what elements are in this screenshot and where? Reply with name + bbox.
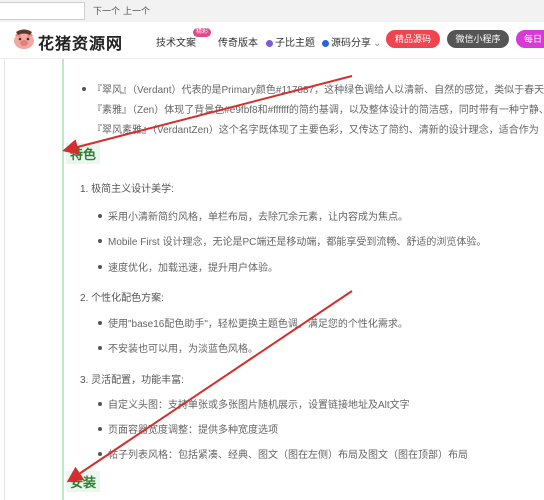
nav-theme-label: 子比主题 — [275, 38, 315, 49]
bullet — [98, 239, 102, 243]
find-bar: 下一个 上一个 — [0, 0, 544, 23]
nav-source[interactable]: 源码分享 ⌄ — [322, 34, 381, 49]
feature-3-title: 3. 灵活配置，功能丰富: — [80, 375, 184, 386]
intro-line-verdantzen: 『翠风素雅』（VerdantZen）这个名字既体现了主要色彩，又传达了简约、清新… — [92, 125, 539, 136]
bullet — [98, 265, 102, 269]
feature-1-sub-3: 速度优化，加载迅速，提升用户体验。 — [108, 263, 278, 274]
nav-tech-badge: 精彩 — [193, 28, 212, 37]
content-accent-line — [62, 59, 64, 500]
premium-source-button[interactable]: 精品源码 — [386, 30, 440, 48]
feature-1-sub-1: 采用小清新简约风格，单栏布局，去除冗余元素，让内容成为焦点。 — [108, 212, 408, 223]
wechat-miniprogram-button[interactable]: 微信小程序 — [447, 30, 509, 48]
feature-1-title: 1. 极简主义设计美学: — [80, 184, 174, 195]
install-heading: 安装 — [66, 471, 101, 492]
feature-1-sub-2: Mobile First 设计理念，无论是PC端还是移动端，都能享受到流畅、舒适… — [108, 237, 487, 248]
feature-2-sub-2: 不安装也可以用，为淡蓝色风格。 — [108, 344, 258, 355]
nav-tech[interactable]: 技术文案 — [156, 34, 196, 49]
features-heading: 特色 — [66, 143, 101, 164]
bullet — [98, 402, 102, 406]
bullet — [98, 452, 102, 456]
daily-button[interactable]: 每日 — [516, 30, 544, 48]
source-icon — [322, 40, 329, 47]
bullet — [98, 427, 102, 431]
feature-3-sub-2: 页面容器宽度调整：提供多种宽度选项 — [108, 425, 278, 436]
feature-3-sub-3: 帖子列表风格：包括紧凑、经典、图文（图在左侧）布局及图文（图在顶部）布局 — [108, 450, 468, 461]
feature-2-sub-1: 使用"base16配色助手"，轻松更换主题色调，满足您的个性化需求。 — [108, 319, 408, 330]
nav-theme[interactable]: 子比主题 — [266, 34, 315, 49]
chevron-down-icon: ⌄ — [373, 38, 382, 49]
bullet — [82, 87, 86, 91]
nav-source-label: 源码分享 — [331, 38, 371, 49]
theme-icon — [266, 40, 273, 47]
site-name[interactable]: 花猪资源网 — [38, 30, 123, 54]
find-input[interactable] — [0, 2, 85, 20]
intro-line-zen: 『素雅』（Zen）体现了背景色#e9fbf8和#ffffff的简约基调，以及整体… — [92, 105, 544, 116]
bullet — [98, 346, 102, 350]
nav-legend[interactable]: 传奇版本 — [218, 34, 258, 49]
article-content: 『翠风』（Verdant）代表的是Primary颜色#117887，这种绿色调给… — [0, 59, 544, 500]
bullet — [98, 214, 102, 218]
find-prev-button[interactable]: 上一个 — [123, 4, 150, 17]
find-next-button[interactable]: 下一个 — [93, 4, 120, 17]
intro-line-verdant: 『翠风』（Verdant）代表的是Primary颜色#117887，这种绿色调给… — [92, 85, 544, 96]
left-border — [4, 59, 5, 500]
site-header: 花猪资源网 技术文案 精彩 传奇版本 子比主题 源码分享 ⌄ 精品源码 微信小程序… — [0, 22, 544, 59]
pig-logo-icon[interactable] — [12, 28, 36, 50]
bullet — [98, 321, 102, 325]
feature-2-title: 2. 个性化配色方案: — [80, 293, 164, 304]
feature-3-sub-1: 自定义头图：支持单张或多张图片随机展示，设置链接地址及Alt文字 — [108, 400, 410, 411]
